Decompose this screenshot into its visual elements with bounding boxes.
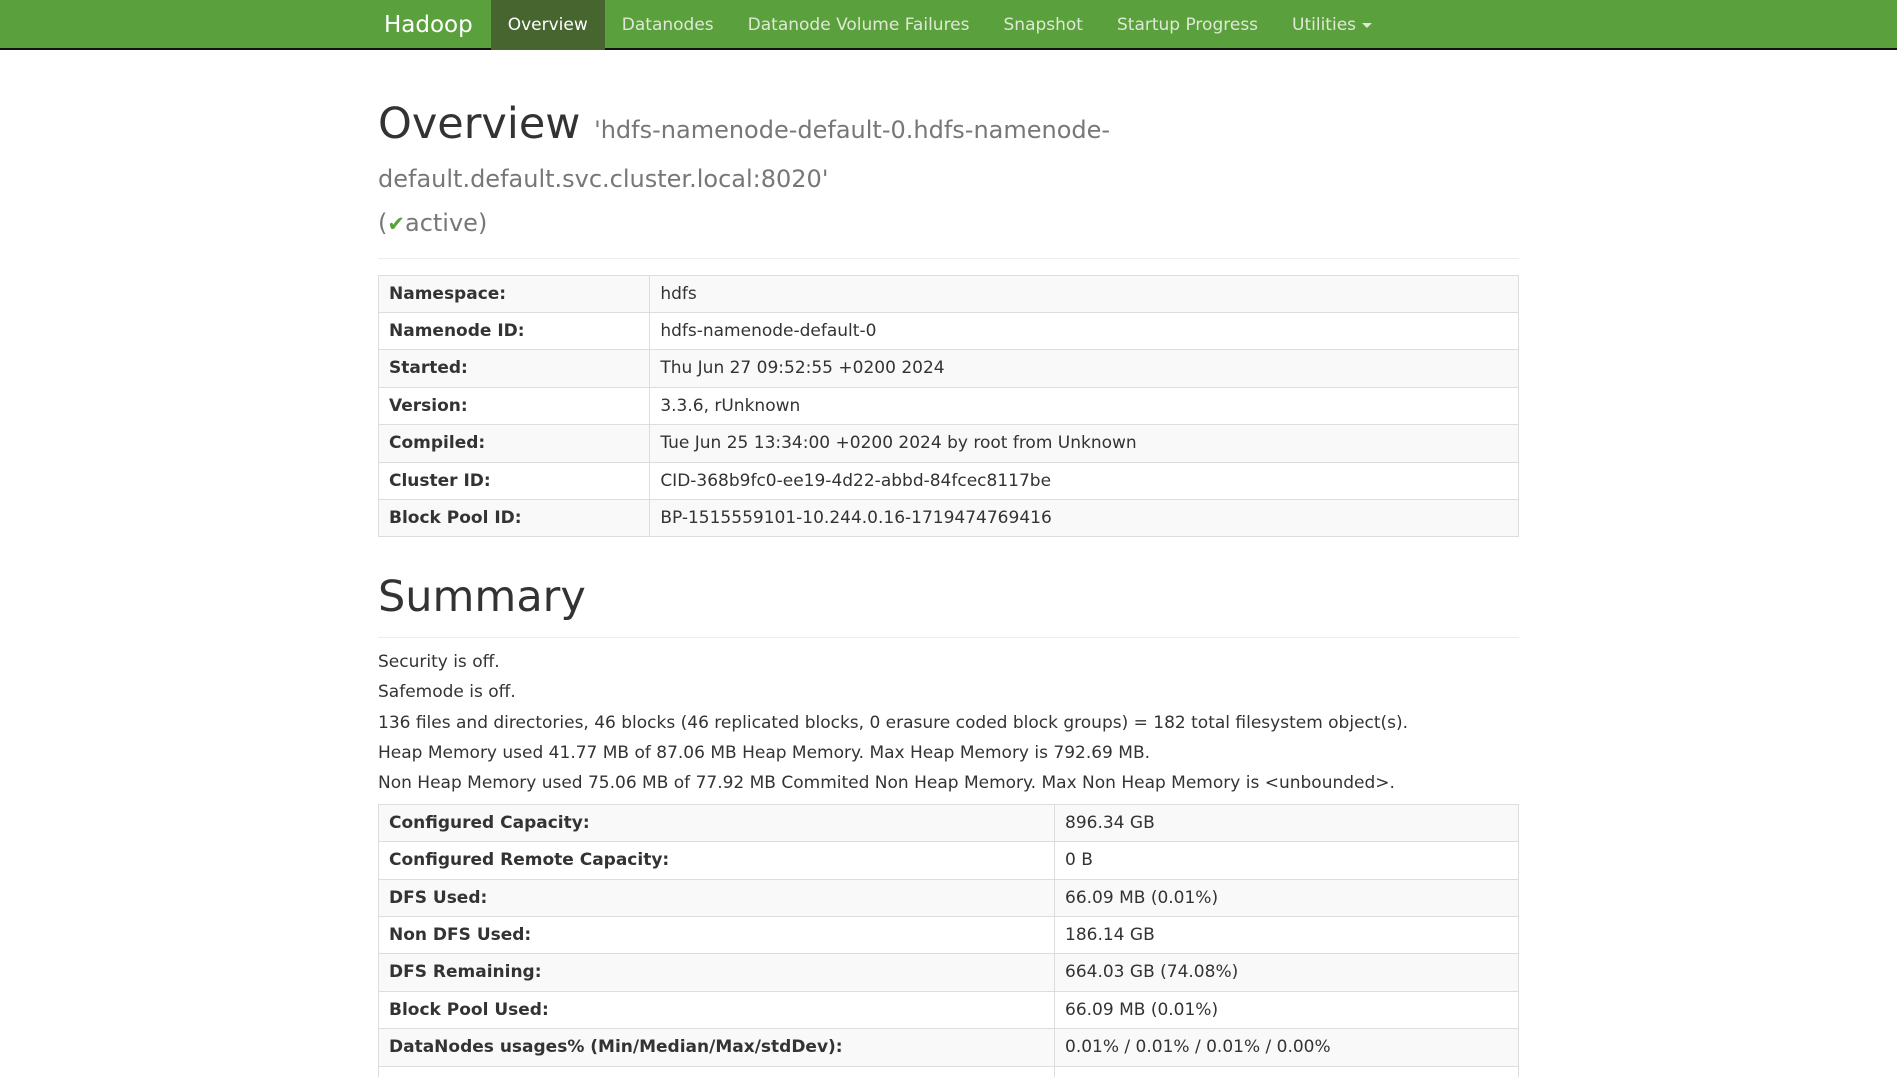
navbar-menu: Overview Datanodes Datanode Volume Failu… [491, 0, 1389, 50]
hadoop-brand[interactable]: Hadoop [378, 0, 491, 50]
heap-memory-text: Heap Memory used 41.77 MB of 87.06 MB He… [378, 743, 1519, 763]
tab-startup-progress[interactable]: Startup Progress [1100, 0, 1275, 50]
table-row: Cluster ID: CID-368b9fc0-ee19-4d22-abbd-… [379, 462, 1519, 499]
table-row: Live Nodes 1 (Decommissioned: 0, In Main… [379, 1066, 1519, 1077]
configured-remote-capacity-value: 0 B [1055, 842, 1519, 879]
status-open-paren: ( [378, 209, 387, 237]
filesystem-objects-text: 136 files and directories, 46 blocks (46… [378, 713, 1519, 733]
summary-divider [378, 637, 1519, 638]
compiled-value: Tue Jun 25 13:34:00 +0200 2024 by root f… [650, 425, 1519, 462]
namenode-id-value: hdfs-namenode-default-0 [650, 313, 1519, 350]
tab-datanodes[interactable]: Datanodes [605, 0, 731, 50]
status-close-paren: ) [478, 209, 487, 237]
namenode-info-table: Namespace: hdfs Namenode ID: hdfs-nameno… [378, 275, 1519, 538]
table-row: Compiled: Tue Jun 25 13:34:00 +0200 2024… [379, 425, 1519, 462]
version-value: 3.3.6, rUnknown [650, 387, 1519, 424]
table-row: Started: Thu Jun 27 09:52:55 +0200 2024 [379, 350, 1519, 387]
table-row: DataNodes usages% (Min/Median/Max/stdDev… [379, 1029, 1519, 1066]
non-dfs-used-label: Non DFS Used: [379, 916, 1055, 953]
navbar: Hadoop Overview Datanodes Datanode Volum… [0, 0, 1897, 50]
header-divider [378, 258, 1519, 259]
table-row: Block Pool Used: 66.09 MB (0.01%) [379, 991, 1519, 1028]
version-label: Version: [379, 387, 650, 424]
dfs-remaining-label: DFS Remaining: [379, 954, 1055, 991]
dfs-used-value: 66.09 MB (0.01%) [1055, 879, 1519, 916]
table-row: Non DFS Used: 186.14 GB [379, 916, 1519, 953]
tab-datanode-volume-failures[interactable]: Datanode Volume Failures [731, 0, 987, 50]
block-pool-used-label: Block Pool Used: [379, 991, 1055, 1028]
namenode-status: (✔active) [378, 209, 1519, 238]
security-status-text: Security is off. [378, 652, 1519, 672]
live-nodes-value: 1 (Decommissioned: 0, In Maintenance: 0) [1055, 1066, 1519, 1077]
dfs-used-label: DFS Used: [379, 879, 1055, 916]
datanodes-usages-label: DataNodes usages% (Min/Median/Max/stdDev… [379, 1029, 1055, 1066]
tab-datanodes-item: Datanodes [605, 0, 731, 50]
summary-text: Security is off. Safemode is off. 136 fi… [378, 652, 1519, 794]
block-pool-id-value: BP-1515559101-10.244.0.16-1719474769416 [650, 500, 1519, 537]
configured-remote-capacity-label: Configured Remote Capacity: [379, 842, 1055, 879]
cluster-metrics-table: Configured Capacity: 896.34 GB Configure… [378, 804, 1519, 1077]
non-heap-memory-text: Non Heap Memory used 75.06 MB of 77.92 M… [378, 773, 1519, 793]
block-pool-used-value: 66.09 MB (0.01%) [1055, 991, 1519, 1028]
started-label: Started: [379, 350, 650, 387]
namespace-label: Namespace: [379, 275, 650, 312]
safemode-status-text: Safemode is off. [378, 682, 1519, 702]
menu-utilities-label: Utilities [1292, 15, 1356, 35]
datanodes-usages-value: 0.01% / 0.01% / 0.01% / 0.00% [1055, 1029, 1519, 1066]
table-row: Namenode ID: hdfs-namenode-default-0 [379, 313, 1519, 350]
namenode-id-label: Namenode ID: [379, 313, 650, 350]
table-row: Block Pool ID: BP-1515559101-10.244.0.16… [379, 500, 1519, 537]
tab-overview-item: Overview [491, 0, 605, 50]
menu-utilities-item: Utilities [1275, 0, 1389, 50]
compiled-label: Compiled: [379, 425, 650, 462]
page-title-text: Overview [378, 99, 580, 149]
check-icon: ✔ [387, 212, 405, 236]
page-title: Overview 'hdfs-namenode-default-0.hdfs-n… [378, 100, 1519, 199]
tab-snapshot[interactable]: Snapshot [987, 0, 1100, 50]
tab-startup-progress-item: Startup Progress [1100, 0, 1275, 50]
table-row: Configured Capacity: 896.34 GB [379, 804, 1519, 841]
tab-snapshot-item: Snapshot [987, 0, 1100, 50]
configured-capacity-label: Configured Capacity: [379, 804, 1055, 841]
table-row: Configured Remote Capacity: 0 B [379, 842, 1519, 879]
menu-utilities-dropdown[interactable]: Utilities [1275, 0, 1389, 50]
dfs-remaining-value: 664.03 GB (74.08%) [1055, 954, 1519, 991]
namespace-value: hdfs [650, 275, 1519, 312]
summary-heading: Summary [378, 573, 1519, 622]
non-dfs-used-value: 186.14 GB [1055, 916, 1519, 953]
tab-datanode-volume-failures-item: Datanode Volume Failures [731, 0, 987, 50]
cluster-id-value: CID-368b9fc0-ee19-4d22-abbd-84fcec8117be [650, 462, 1519, 499]
block-pool-id-label: Block Pool ID: [379, 500, 650, 537]
main-content: Overview 'hdfs-namenode-default-0.hdfs-n… [378, 100, 1519, 1077]
table-row: DFS Used: 66.09 MB (0.01%) [379, 879, 1519, 916]
navbar-container: Hadoop Overview Datanodes Datanode Volum… [378, 0, 1519, 50]
table-row: Namespace: hdfs [379, 275, 1519, 312]
configured-capacity-value: 896.34 GB [1055, 804, 1519, 841]
status-label: active [405, 209, 478, 237]
tab-overview[interactable]: Overview [491, 0, 605, 50]
started-value: Thu Jun 27 09:52:55 +0200 2024 [650, 350, 1519, 387]
table-row: Version: 3.3.6, rUnknown [379, 387, 1519, 424]
table-row: DFS Remaining: 664.03 GB (74.08%) [379, 954, 1519, 991]
cluster-id-label: Cluster ID: [379, 462, 650, 499]
caret-down-icon [1362, 23, 1372, 28]
